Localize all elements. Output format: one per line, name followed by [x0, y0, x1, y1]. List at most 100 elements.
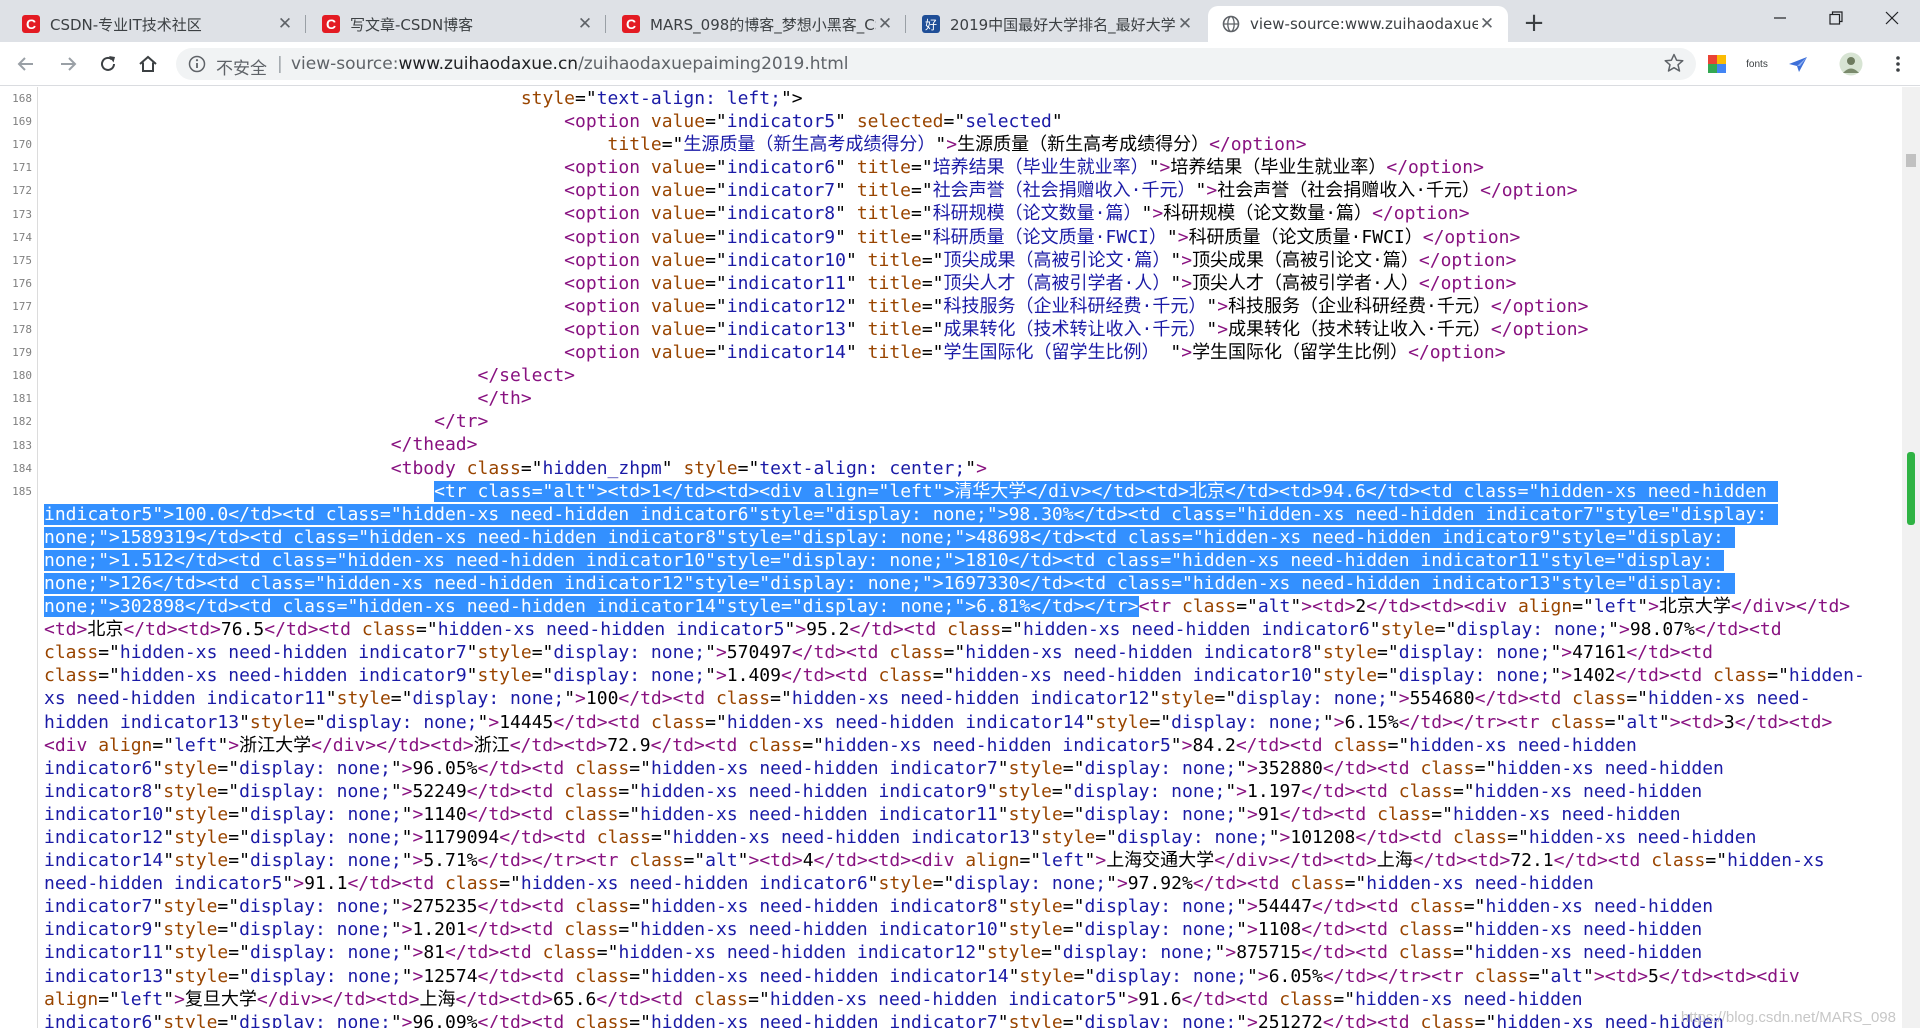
tab-csdn-home[interactable]: C CSDN-专业IT技术社区 ✕	[8, 6, 306, 42]
minimize-button[interactable]	[1752, 0, 1808, 36]
source-line[interactable]: none;">1.512</td><td class="hidden-xs ne…	[44, 549, 1894, 572]
vertical-scrollbar[interactable]	[1902, 87, 1920, 1028]
restore-button[interactable]	[1808, 0, 1864, 36]
globe-icon	[1222, 15, 1240, 33]
watermark: https://blog.csdn.net/MARS_098	[1680, 1009, 1896, 1026]
source-line[interactable]: <option value="indicator6" title="培养结果（毕…	[44, 156, 1894, 179]
forward-button[interactable]	[52, 48, 84, 80]
scrollbar-marker	[1907, 452, 1915, 525]
profile-avatar[interactable]	[1838, 52, 1864, 76]
line-number: 185	[12, 484, 32, 498]
source-line[interactable]: <div align="left">浙江大学</div></td><td>浙江<…	[44, 734, 1894, 757]
scrollbar-thumb[interactable]	[1906, 154, 1916, 167]
line-number: 184	[12, 461, 32, 475]
tab-title: 2019中国最好大学排名_最好大学网	[950, 15, 1176, 34]
tab-title: CSDN-专业IT技术社区	[50, 15, 202, 34]
source-line[interactable]: class="hidden-xs need-hidden indicator7"…	[44, 641, 1894, 664]
home-button[interactable]	[132, 48, 164, 80]
source-line[interactable]: indicator11"style="display: none;">81</t…	[44, 941, 1894, 964]
hao-icon: 好	[922, 15, 940, 33]
source-line[interactable]: title="生源质量（新生高考成绩得分）">生源质量（新生高考成绩得分）</o…	[44, 133, 1894, 156]
close-icon[interactable]: ✕	[1176, 14, 1194, 34]
close-icon[interactable]: ✕	[876, 14, 894, 34]
source-view[interactable]: 168 169 170 171 172 173 174 175 176 177 178 179 180 1…	[0, 87, 1920, 1028]
address-bar[interactable]: 不安全 | view-source:www.zuihaodaxue.cn/zui…	[176, 48, 1696, 80]
close-icon[interactable]: ✕	[576, 14, 594, 34]
restore-icon	[1829, 11, 1843, 25]
tab-title: view-source:www.zuihaodaxue.cn	[1250, 15, 1478, 33]
source-line[interactable]: indicator6"style="display: none;">96.05%…	[44, 757, 1894, 780]
source-line[interactable]: <option value="indicator5" selected="sel…	[44, 110, 1894, 133]
line-number: 177	[12, 299, 32, 313]
window-close-button[interactable]	[1864, 0, 1920, 36]
source-line[interactable]: <option value="indicator11" title="顶尖人才（…	[44, 272, 1894, 295]
source-line[interactable]: indicator10"style="display: none;">1140<…	[44, 803, 1894, 826]
source-line[interactable]: none;">1589319</td><td class="hidden-xs …	[44, 526, 1894, 549]
close-icon[interactable]: ✕	[1478, 14, 1496, 34]
source-line[interactable]: hidden indicator13"style="display: none;…	[44, 711, 1894, 734]
security-status[interactable]: 不安全	[216, 54, 267, 79]
tab-view-source[interactable]: view-source:www.zuihaodaxue.cn ✕	[1208, 6, 1508, 42]
tab-university-ranking[interactable]: 好 2019中国最好大学排名_最好大学网 ✕	[908, 6, 1206, 42]
source-line[interactable]: align="left">复旦大学</div></td><td>上海</td><…	[44, 988, 1894, 1011]
more-vert-icon	[1896, 56, 1900, 72]
home-icon	[139, 55, 157, 72]
back-arrow-icon	[17, 57, 33, 71]
line-number: 179	[12, 346, 32, 360]
new-tab-button[interactable]: +	[1519, 8, 1549, 38]
source-line[interactable]: </th>	[44, 387, 1894, 410]
tab-mars-blog[interactable]: C MARS_098的博客_梦想小黑客_CSDN博客 ✕	[608, 6, 906, 42]
extension-colorful-icon	[1708, 55, 1726, 73]
bookmark-star-icon[interactable]	[1664, 53, 1684, 73]
menu-button[interactable]	[1888, 53, 1908, 75]
source-line[interactable]: <tbody class="hidden_zhpm" style="text-a…	[44, 457, 1894, 480]
csdn-icon: C	[322, 15, 340, 33]
line-number: 169	[12, 115, 32, 129]
source-line[interactable]: indicator13"style="display: none;">12574…	[44, 965, 1894, 988]
url-prefix: view-source:	[291, 54, 399, 74]
url-text[interactable]: view-source:www.zuihaodaxue.cn/zuihaodax…	[291, 54, 849, 74]
separator: |	[277, 54, 283, 74]
source-line[interactable]: <option value="indicator12" title="科技服务（…	[44, 295, 1894, 318]
source-code[interactable]: style="text-align: left;"> <option value…	[44, 87, 1894, 1028]
source-line[interactable]: indicator5">100.0</td><td class="hidden-…	[44, 503, 1894, 526]
source-line[interactable]: <tr class="alt"><td>1</td><td><div align…	[44, 480, 1894, 503]
source-line[interactable]: indicator7"style="display: none;">275235…	[44, 895, 1894, 918]
source-line[interactable]: <option value="indicator7" title="社会声誉（社…	[44, 179, 1894, 202]
line-number: 178	[12, 323, 32, 336]
source-line[interactable]: class="hidden-xs need-hidden indicator9"…	[44, 664, 1894, 687]
source-line[interactable]: <option value="indicator14" title="学生国际化…	[44, 341, 1894, 364]
extension-bird[interactable]	[1786, 53, 1810, 75]
source-line[interactable]: <option value="indicator8" title="科研规模（论…	[44, 202, 1894, 225]
source-line[interactable]: <option value="indicator10" title="顶尖成果（…	[44, 249, 1894, 272]
line-number: 170	[12, 138, 32, 152]
extension-colorful[interactable]	[1706, 53, 1728, 75]
source-line[interactable]: indicator6"style="display: none;">96.09%…	[44, 1011, 1894, 1028]
tab-title: 写文章-CSDN博客	[350, 15, 474, 34]
reload-icon	[101, 56, 115, 71]
source-line[interactable]: indicator9"style="display: none;">1.201<…	[44, 918, 1894, 941]
source-line[interactable]: style="text-align: left;">	[44, 87, 1894, 110]
source-line[interactable]: indicator12"style="display: none;">11790…	[44, 826, 1894, 849]
source-line[interactable]: </tr>	[44, 410, 1894, 433]
extension-fonts[interactable]: fonts	[1742, 53, 1772, 75]
source-line[interactable]: none;">126</td><td class="hidden-xs need…	[44, 572, 1894, 595]
reload-button[interactable]	[92, 48, 124, 80]
csdn-icon: C	[22, 15, 40, 33]
source-line[interactable]: none;">302898</td><td class="hidden-xs n…	[44, 595, 1894, 618]
source-line[interactable]: xs need-hidden indicator11"style="displa…	[44, 687, 1894, 710]
line-number: 176	[12, 276, 32, 290]
source-line[interactable]: <option value="indicator9" title="科研质量（论…	[44, 226, 1894, 249]
info-icon[interactable]	[188, 55, 206, 73]
source-line[interactable]: <td>北京</td><td>76.5</td><td class="hidde…	[44, 618, 1894, 641]
tab-write-article[interactable]: C 写文章-CSDN博客 ✕	[308, 6, 606, 42]
source-line[interactable]: </select>	[44, 364, 1894, 387]
close-icon[interactable]: ✕	[276, 14, 294, 34]
source-line[interactable]: <option value="indicator13" title="成果转化（…	[44, 318, 1894, 341]
browser-toolbar: 不安全 | view-source:www.zuihaodaxue.cn/zui…	[0, 42, 1920, 86]
source-line[interactable]: need-hidden indicator5">91.1</td><td cla…	[44, 872, 1894, 895]
source-line[interactable]: indicator8"style="display: none;">52249<…	[44, 780, 1894, 803]
source-line[interactable]: indicator14"style="display: none;">5.71%…	[44, 849, 1894, 872]
back-button[interactable]	[10, 48, 42, 80]
source-line[interactable]: </thead>	[44, 433, 1894, 456]
